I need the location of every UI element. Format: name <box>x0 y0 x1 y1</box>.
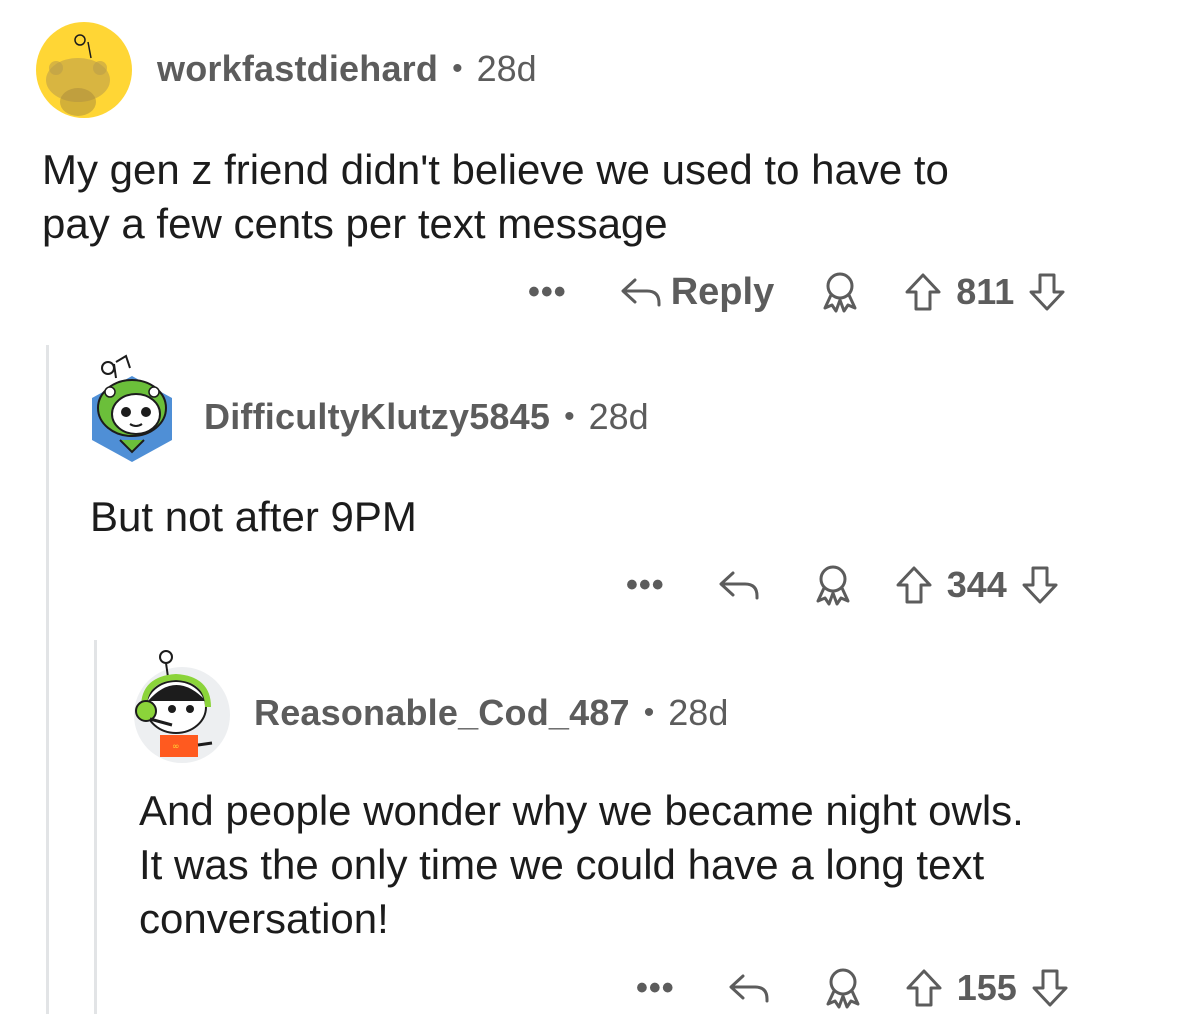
username[interactable]: Reasonable_Cod_487 <box>254 692 630 734</box>
comment-body-line: pay a few cents per text message <box>42 200 668 247</box>
reply-icon <box>729 974 769 1003</box>
downvote-button[interactable] <box>1031 968 1069 1008</box>
comment-body: But not after 9PM <box>90 490 417 544</box>
award-icon <box>826 968 860 1009</box>
action-bar: ••• Reply 811 <box>528 262 1066 322</box>
separator: • <box>643 696 655 729</box>
award-icon <box>823 272 857 313</box>
timestamp[interactable]: 28d <box>589 396 649 438</box>
award-button[interactable] <box>823 966 863 1010</box>
upvote-icon <box>896 566 932 604</box>
downvote-button[interactable] <box>1021 565 1059 605</box>
thread-line-level-2[interactable] <box>94 640 97 1014</box>
timestamp[interactable]: 28d <box>668 692 728 734</box>
comment-body-line: And people wonder why we became night ow… <box>139 787 1024 834</box>
username[interactable]: workfastdiehard <box>157 48 438 90</box>
downvote-icon <box>1022 566 1058 604</box>
reply-icon <box>719 571 759 600</box>
vote-score: 811 <box>956 271 1015 312</box>
reply-label: Reply <box>670 270 775 313</box>
more-icon[interactable]: ••• <box>528 273 567 312</box>
upvote-icon <box>906 969 942 1007</box>
upvote-button[interactable] <box>895 565 933 605</box>
avatar[interactable] <box>86 348 178 469</box>
award-icon <box>816 565 850 606</box>
reply-button[interactable] <box>717 567 761 603</box>
svg-text:∞: ∞ <box>172 742 180 752</box>
separator: • <box>564 400 575 433</box>
comment-body: And people wonder why we became night ow… <box>139 784 1024 946</box>
comment-body-line: It was the only time we could have a lon… <box>139 841 985 888</box>
award-button[interactable] <box>813 563 853 607</box>
comment-header: DifficultyKlutzy5845 • 28d <box>204 396 649 438</box>
downvote-icon <box>1032 969 1068 1007</box>
comment-header: Reasonable_Cod_487 • 28d <box>254 692 728 734</box>
avatar[interactable]: ∞ <box>132 645 232 770</box>
reply-button[interactable]: Reply <box>619 271 774 314</box>
reply-button[interactable] <box>727 970 771 1006</box>
comment-body-line: My gen z friend didn't believe we used t… <box>42 146 949 193</box>
comment-header: workfastdiehard • 28d <box>157 48 537 90</box>
action-bar: ••• 344 <box>626 555 1059 615</box>
downvote-button[interactable] <box>1028 272 1066 312</box>
comment-body-line: But not after 9PM <box>90 493 417 540</box>
vote-score: 155 <box>956 967 1017 1008</box>
more-icon[interactable]: ••• <box>626 566 665 605</box>
username[interactable]: DifficultyKlutzy5845 <box>204 396 550 438</box>
thread-line-level-1[interactable] <box>46 345 49 1014</box>
upvote-icon <box>905 273 941 311</box>
timestamp[interactable]: 28d <box>477 48 537 90</box>
upvote-button[interactable] <box>904 272 942 312</box>
avatar[interactable] <box>36 22 132 123</box>
downvote-icon <box>1029 273 1065 311</box>
comment-body: My gen z friend didn't believe we used t… <box>42 143 949 251</box>
award-button[interactable] <box>820 270 860 314</box>
separator: • <box>452 52 463 85</box>
comment-body-line: conversation! <box>139 895 389 942</box>
vote-score: 344 <box>946 564 1007 605</box>
upvote-button[interactable] <box>905 968 943 1008</box>
reply-icon <box>621 278 661 307</box>
action-bar: ••• 155 <box>636 958 1069 1018</box>
more-icon[interactable]: ••• <box>636 969 675 1008</box>
